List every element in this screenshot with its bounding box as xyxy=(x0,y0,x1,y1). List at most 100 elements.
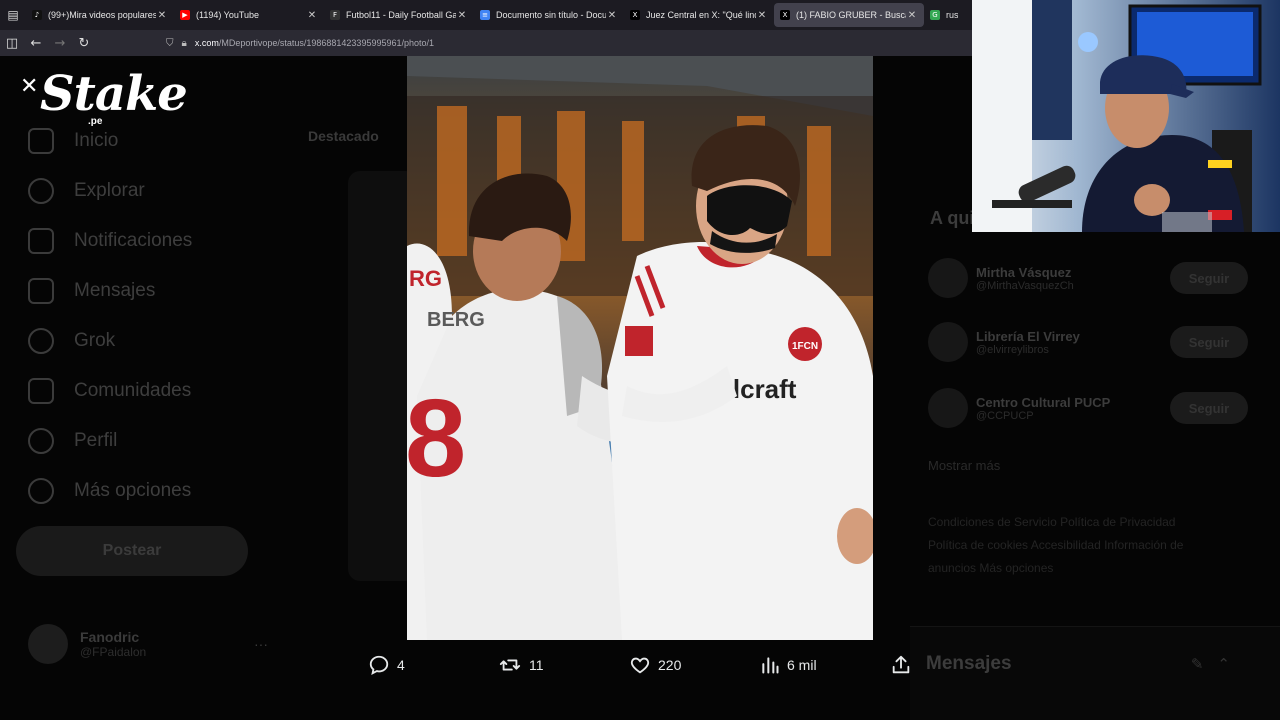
tab-destacado[interactable]: Destacado xyxy=(308,128,379,144)
mail-icon xyxy=(28,278,54,304)
sidebar-item-label: Notificaciones xyxy=(74,230,193,251)
person-icon xyxy=(28,428,54,454)
like-button[interactable]: 220 xyxy=(629,650,681,680)
stake-logo-sub: .pe xyxy=(88,116,103,127)
sidebar-item-label: Comunidades xyxy=(74,380,192,401)
follow-suggestion[interactable]: Mirtha Vásquez @MirthaVasquezCh Seguir xyxy=(928,254,1248,302)
like-count: 220 xyxy=(658,657,682,673)
tab-close-icon[interactable]: ✕ xyxy=(756,10,768,21)
lock-icon[interactable]: 🔒︎ xyxy=(182,38,187,49)
url-path: /MDeportivope/status/1986881423395995961… xyxy=(218,38,435,48)
sidebar-item-label: Mensajes xyxy=(74,280,156,301)
tab-close-icon[interactable]: ✕ xyxy=(906,10,918,21)
suggestion-handle: @MirthaVasquezCh xyxy=(976,279,1074,292)
sidebar-item-inicio[interactable]: Inicio xyxy=(28,126,118,156)
tab-close-icon[interactable]: ✕ xyxy=(456,10,468,21)
suggestion-handle: @CCPUCP xyxy=(976,409,1034,422)
x-logo-icon: X xyxy=(630,10,640,20)
compose-message-icon[interactable]: ✎⌃ xyxy=(1191,655,1244,673)
sidebar-item-grok[interactable]: Grok xyxy=(28,326,115,356)
sidebar-item-perfil[interactable]: Perfil xyxy=(28,426,117,456)
tab-title: rusia v xyxy=(946,10,958,20)
tab-title: Futbol11 - Daily Football Games xyxy=(346,10,456,20)
back-icon[interactable]: ← xyxy=(24,31,48,55)
search-icon xyxy=(28,178,54,204)
sidebar-item-mensajes[interactable]: Mensajes xyxy=(28,276,155,306)
follow-button[interactable]: Seguir xyxy=(1170,326,1248,358)
screen: ▤ ♪ (99+)Mira videos populares sob ✕ ▶ (… xyxy=(0,0,1280,720)
browser-tab[interactable]: ≡ Documento sin título - Docume ✕ xyxy=(474,3,624,27)
follow-button[interactable]: Seguir xyxy=(1170,262,1248,294)
views-button[interactable]: 6 mil xyxy=(760,650,817,680)
avatar xyxy=(928,258,968,298)
sidebar-item-label: Perfil xyxy=(74,430,118,451)
browser-tab[interactable]: ▶ (1194) YouTube ✕ xyxy=(174,3,324,27)
suggestion-name: Mirtha Vásquez xyxy=(976,264,1072,280)
browser-tab[interactable]: X Juez Central en X: "Qué lindo q ✕ xyxy=(624,3,774,27)
tab-close-icon[interactable]: ✕ xyxy=(156,10,168,21)
share-icon xyxy=(892,655,910,674)
streamer-webcam-image xyxy=(972,0,1280,232)
show-more-link[interactable]: Mostrar más xyxy=(928,458,1000,473)
avatar xyxy=(928,322,968,362)
reply-icon xyxy=(369,655,389,675)
bell-icon xyxy=(28,228,54,254)
sidebar-item-label: Explorar xyxy=(74,180,145,201)
messages-title: Mensajes xyxy=(926,653,1012,674)
svg-text:RG: RG xyxy=(409,266,442,291)
follow-suggestion[interactable]: Librería El Virrey @elvirreylibros Seguir xyxy=(928,318,1248,366)
post-button[interactable]: Postear xyxy=(16,526,248,576)
sidebar-item-mas-opciones[interactable]: Más opciones xyxy=(28,476,191,506)
follow-button[interactable]: Seguir xyxy=(1170,392,1248,424)
footer-links[interactable]: Condiciones de Servicio Política de Priv… xyxy=(928,511,1188,580)
tweet-photo[interactable]: REA RG BERG 8 1FCN olcraft xyxy=(407,56,873,640)
browser-tab[interactable]: F Futbol11 - Daily Football Games ✕ xyxy=(324,3,474,27)
google-icon: G xyxy=(930,10,940,20)
reply-button[interactable]: 4 xyxy=(368,650,405,680)
svg-text:8: 8 xyxy=(407,377,466,500)
tab-title: (1) FABIO GRUBER - Buscar / X xyxy=(796,10,906,20)
avatar xyxy=(928,388,968,428)
close-icon[interactable]: ✕ xyxy=(20,76,38,98)
tab-title: Documento sin título - Docume xyxy=(496,10,606,20)
sidebar-item-label: Más opciones xyxy=(74,480,192,501)
browser-tab[interactable]: G rusia v xyxy=(924,3,964,27)
more-dots-icon[interactable]: ··· xyxy=(254,636,268,652)
tab-list-icon[interactable]: ▤ xyxy=(0,0,26,30)
follow-suggestion[interactable]: Centro Cultural PUCP @CCPUCP Seguir xyxy=(928,384,1248,432)
repost-count: 11 xyxy=(529,657,544,673)
tab-title: (99+)Mira videos populares sob xyxy=(48,10,156,20)
sidebar-item-comunidades[interactable]: Comunidades xyxy=(28,376,191,406)
left-sidebar: Inicio Explorar Notificaciones Mensajes … xyxy=(0,56,290,720)
svg-text:BERG: BERG xyxy=(427,309,485,331)
forward-icon[interactable]: → xyxy=(48,31,72,55)
browser-nav-bar: ◫ ← → ↻ ⛉ 🔒︎ x.com/MDeportivope/status/1… xyxy=(0,30,972,56)
share-button[interactable] xyxy=(890,650,919,680)
sidebar-item-notificaciones[interactable]: Notificaciones xyxy=(28,226,192,256)
suggestion-handle: @elvirreylibros xyxy=(976,343,1049,356)
address-bar[interactable]: ⛉ 🔒︎ x.com/MDeportivope/status/198688142… xyxy=(166,32,972,54)
sidebar-toggle-icon[interactable]: ◫ xyxy=(0,31,24,55)
youtube-icon: ▶ xyxy=(180,10,190,20)
futbol11-icon: F xyxy=(330,10,340,20)
browser-tab-bar: ▤ ♪ (99+)Mira videos populares sob ✕ ▶ (… xyxy=(0,0,972,30)
tab-close-icon[interactable]: ✕ xyxy=(606,10,618,21)
tiktok-icon: ♪ xyxy=(32,10,42,20)
reply-count: 4 xyxy=(397,657,405,673)
browser-tab[interactable]: ♪ (99+)Mira videos populares sob ✕ xyxy=(26,3,174,27)
messages-drawer[interactable]: Mensajes ✎⌃ xyxy=(910,626,1280,720)
view-count: 6 mil xyxy=(787,657,817,673)
avatar xyxy=(28,624,68,664)
tab-title: (1194) YouTube xyxy=(196,10,260,20)
repost-button[interactable]: 11 xyxy=(498,650,544,680)
suggestion-name: Centro Cultural PUCP xyxy=(976,394,1111,410)
account-switcher[interactable]: Fanodric @FPaidalon ··· xyxy=(28,624,268,664)
sidebar-item-explorar[interactable]: Explorar xyxy=(28,176,145,206)
browser-tab-active[interactable]: X (1) FABIO GRUBER - Buscar / X ✕ xyxy=(774,3,924,27)
suggestion-name: Librería El Virrey xyxy=(976,328,1080,344)
repost-icon xyxy=(499,659,521,671)
tab-close-icon[interactable]: ✕ xyxy=(306,10,318,21)
shield-icon[interactable]: ⛉ xyxy=(166,38,174,49)
webcam-overlay xyxy=(972,0,1280,232)
reload-icon[interactable]: ↻ xyxy=(72,31,96,55)
